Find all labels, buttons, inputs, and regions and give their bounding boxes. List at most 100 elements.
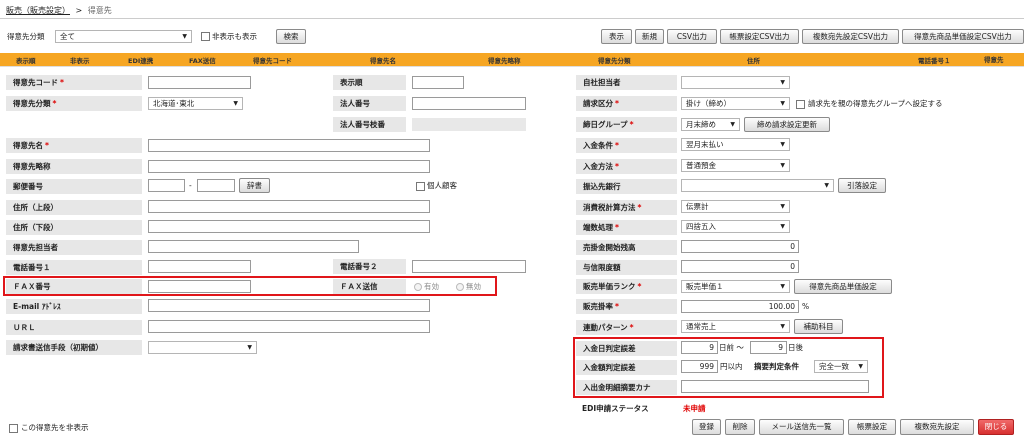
customer-name-input[interactable]	[148, 139, 430, 152]
multi-destination-button[interactable]: 複数宛先設定	[900, 419, 974, 435]
closing-group-select[interactable]: 月末締め ▼	[681, 118, 740, 131]
postal-code-label: 郵便番号	[6, 179, 142, 194]
chevron-down-icon: ▼	[730, 121, 735, 128]
chevron-down-icon: ▼	[182, 33, 187, 40]
breadcrumb-parent-link[interactable]: 販売（販売設定）	[6, 6, 70, 15]
address2-label: 住所（下段）	[6, 220, 142, 235]
credit-limit-input[interactable]: 0	[681, 260, 799, 273]
mail-recipient-list-button[interactable]: メール送信先一覧	[759, 419, 844, 435]
payment-terms-select[interactable]: 翌月末払い ▼	[681, 138, 790, 151]
corp-number-label: 法人番号	[333, 96, 406, 111]
radio-icon	[414, 283, 422, 291]
grid-header-name: 得意先名	[370, 57, 396, 65]
breadcrumb-divider	[0, 18, 1024, 19]
grid-header-hidden: 非表示	[70, 57, 90, 65]
edi-status-value: 未申請	[683, 404, 706, 413]
grid-header-code: 得意先コード	[253, 57, 292, 65]
chevron-down-icon: ▼	[780, 203, 785, 210]
breadcrumb-separator: >	[75, 6, 83, 15]
url-label: ＵＲＬ	[6, 320, 142, 335]
csv-export-button[interactable]: CSV出力	[667, 29, 717, 44]
sales-rate-input[interactable]: 100.00	[681, 300, 799, 313]
customer-price-settings-button[interactable]: 得意先商品単価設定	[794, 279, 892, 294]
register-button[interactable]: 登録	[692, 419, 721, 435]
sub-account-button[interactable]: 補助科目	[794, 319, 843, 334]
price-rank-select[interactable]: 販売単価１ ▼	[681, 280, 790, 293]
fax-send-enabled-option[interactable]: 有効	[414, 280, 439, 293]
phone2-label: 電話番号２	[333, 259, 406, 274]
category-filter-select[interactable]: 全て ▼	[55, 30, 192, 43]
individual-customer-checkbox[interactable]	[416, 182, 425, 191]
grid-header-address: 住所	[747, 57, 760, 65]
search-button[interactable]: 検索	[276, 29, 306, 44]
address1-input[interactable]	[148, 200, 430, 213]
staff-label: 自社担当者	[576, 75, 677, 90]
short-name-input[interactable]	[148, 160, 430, 173]
customer-name-label: 得意先名 *	[6, 138, 142, 153]
chevron-down-icon: ▼	[780, 223, 785, 230]
billing-type-select[interactable]: 掛け（締め） ▼	[681, 97, 790, 110]
customer-category-label: 得意先分類 *	[6, 96, 142, 111]
price-rank-label: 販売単価ランク *	[576, 279, 677, 294]
contact-person-input[interactable]	[148, 240, 359, 253]
grid-header-category: 得意先分類	[598, 57, 631, 65]
postal-code-second-input[interactable]	[197, 179, 235, 192]
postal-code-separator: -	[189, 181, 192, 190]
link-pattern-select[interactable]: 通常売上 ▼	[681, 320, 790, 333]
display-order-input[interactable]	[412, 76, 464, 89]
billing-group-checkbox[interactable]	[796, 100, 805, 109]
amount-tolerance-unit: 円以内	[720, 362, 743, 371]
billing-group-label: 請求先を親の得意先グループへ設定する	[808, 99, 943, 108]
email-label: E-mail ｱﾄﾞﾚｽ	[6, 299, 142, 314]
postal-dictionary-button[interactable]: 辞書	[239, 178, 270, 193]
rounding-label: 端数処理 *	[576, 220, 677, 235]
customer-price-csv-button[interactable]: 得意先商品単価設定CSV出力	[902, 29, 1024, 44]
address1-label: 住所（上段）	[6, 200, 142, 215]
url-input[interactable]	[148, 320, 430, 333]
category-filter-label: 得意先分類	[7, 32, 45, 41]
show-hidden-checkbox[interactable]	[201, 32, 210, 41]
form-settings-csv-button[interactable]: 帳票設定CSV出力	[720, 29, 799, 44]
radio-icon	[456, 283, 464, 291]
phone1-label: 電話番号１	[6, 260, 142, 275]
date-tolerance-before-input[interactable]: 9	[681, 341, 718, 354]
summary-condition-select[interactable]: 完全一致 ▼	[814, 360, 868, 373]
fax-number-input[interactable]	[148, 280, 251, 293]
customer-code-input[interactable]	[148, 76, 251, 89]
phone1-input[interactable]	[148, 260, 251, 273]
date-tolerance-after-input[interactable]: 9	[750, 341, 787, 354]
hide-customer-checkbox[interactable]	[9, 424, 18, 433]
close-button[interactable]: 閉じる	[978, 419, 1014, 435]
form-settings-button[interactable]: 帳票設定	[848, 419, 896, 435]
credit-limit-label: 与信限度額	[576, 260, 677, 275]
amount-tolerance-input[interactable]: 999	[681, 360, 718, 373]
multi-destination-csv-button[interactable]: 複数宛先設定CSV出力	[802, 29, 899, 44]
postal-code-first-input[interactable]	[148, 179, 185, 192]
contact-person-label: 得意先担当者	[6, 240, 142, 255]
summary-condition-label: 摘要判定条件	[754, 362, 799, 371]
show-button[interactable]: 表示	[601, 29, 632, 44]
payment-method-select[interactable]: 普通預金 ▼	[681, 159, 790, 172]
phone2-input[interactable]	[412, 260, 526, 273]
staff-select[interactable]: ▼	[681, 76, 790, 89]
new-button[interactable]: 新規	[635, 29, 664, 44]
chevron-down-icon: ▼	[780, 323, 785, 330]
closing-billing-update-button[interactable]: 締め請求設定更新	[744, 117, 830, 132]
tax-calc-select[interactable]: 伝票計 ▼	[681, 200, 790, 213]
ar-opening-input[interactable]: 0	[681, 240, 799, 253]
invoice-method-select[interactable]: ▼	[148, 341, 257, 354]
corp-number-input[interactable]	[412, 97, 526, 110]
billing-type-label: 請求区分 *	[576, 96, 677, 111]
email-input[interactable]	[148, 299, 430, 312]
delete-button[interactable]: 削除	[725, 419, 755, 435]
display-order-label: 表示順	[333, 75, 406, 90]
rounding-select[interactable]: 四捨五入 ▼	[681, 220, 790, 233]
debit-settings-button[interactable]: 引落設定	[838, 178, 886, 193]
customer-category-select[interactable]: 北海道･東北 ▼	[148, 97, 243, 110]
fax-send-disabled-option[interactable]: 無効	[456, 280, 481, 293]
chevron-down-icon: ▼	[780, 283, 785, 290]
address2-input[interactable]	[148, 220, 430, 233]
detail-kana-input[interactable]	[681, 380, 869, 393]
grid-header-phone: 電話番号１	[918, 57, 951, 65]
bank-select[interactable]: ▼	[681, 179, 834, 192]
